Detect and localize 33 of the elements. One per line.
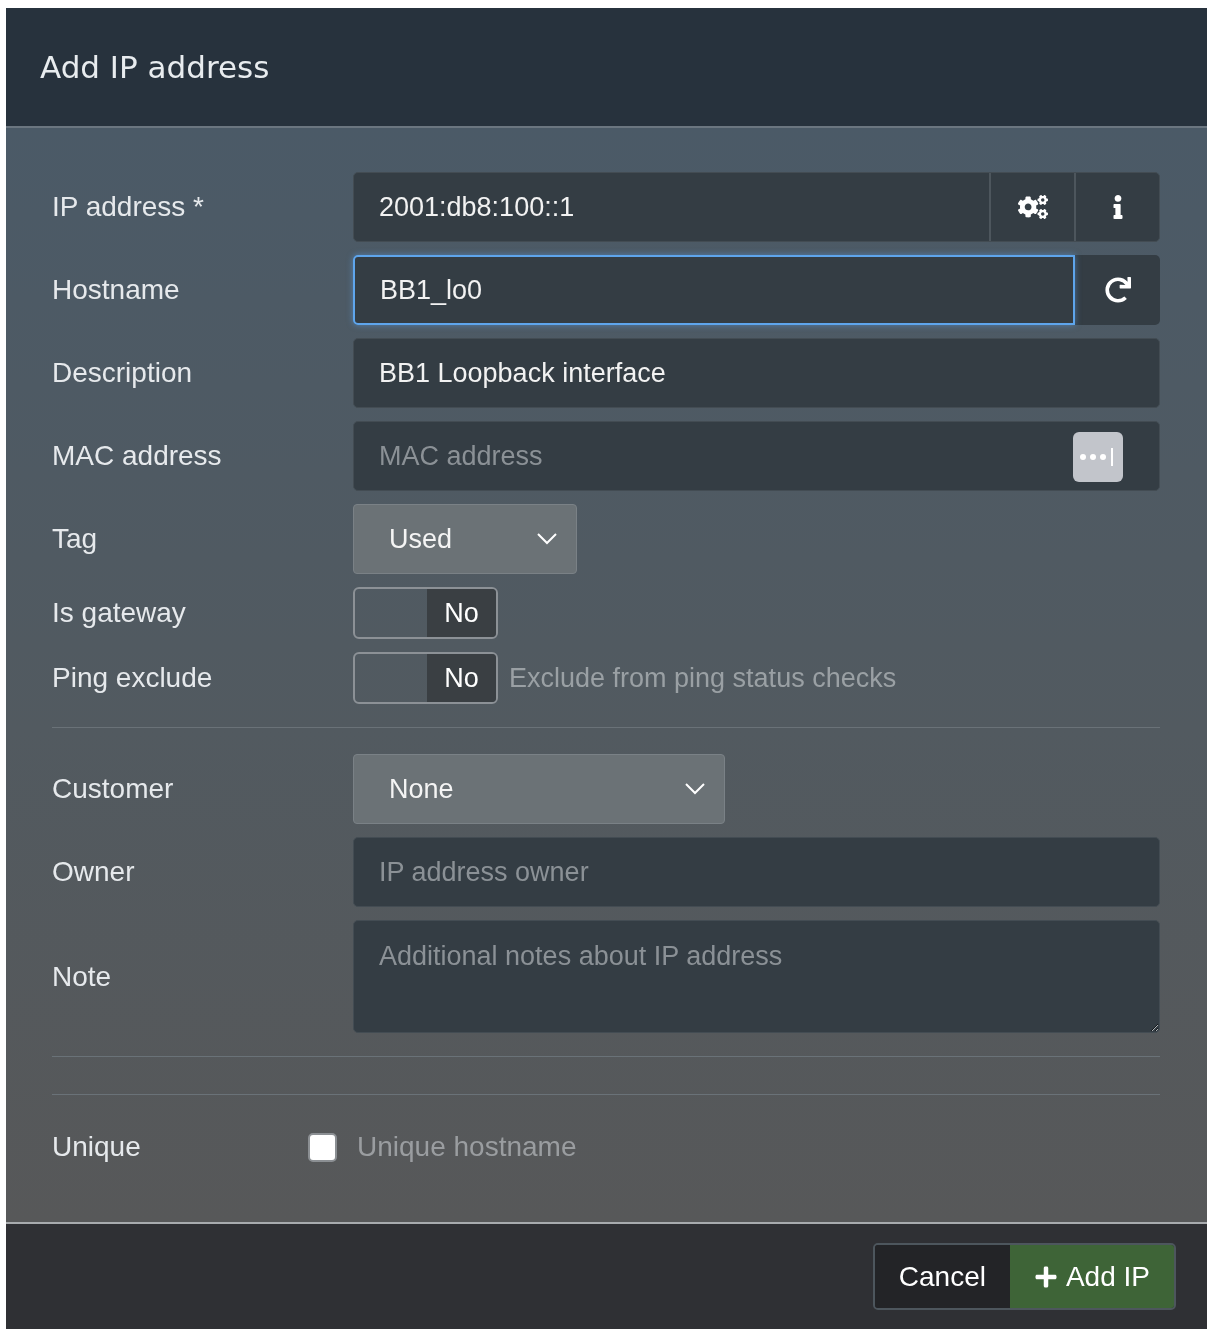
chevron-down-icon — [684, 782, 706, 796]
input-group[interactable]: 2001:db8:100::1 — [353, 172, 1160, 242]
checkbox[interactable] — [308, 1132, 337, 1162]
field-label: IP address * — [52, 191, 206, 223]
field-label: Unique — [52, 1131, 142, 1163]
toggle-switch[interactable]: No — [353, 587, 498, 639]
dropdown[interactable]: None — [353, 754, 725, 824]
plus-icon — [1033, 1264, 1058, 1289]
text-field[interactable]: IP address owner — [353, 837, 1160, 907]
refresh-icon — [1104, 277, 1131, 303]
checkbox-label: Unique hostname — [357, 1131, 577, 1163]
add-button[interactable]: Add IP — [1009, 1245, 1174, 1308]
chevron-down-icon — [536, 532, 558, 546]
field-label: Customer — [52, 773, 175, 805]
field-label: MAC address — [52, 440, 223, 472]
dropdown-value: None — [389, 773, 454, 805]
field-label: Description — [52, 357, 194, 389]
note-field[interactable]: Additional notes about IP address — [353, 920, 1160, 1033]
field-label: Hostname — [52, 274, 181, 306]
dropdown[interactable]: Used — [353, 504, 577, 574]
field-label: Is gateway — [52, 597, 187, 629]
input-field[interactable]: 2001:db8:100::1 — [354, 173, 989, 241]
field-label: Owner — [52, 856, 136, 888]
hint-text: Exclude from ping status checks — [509, 662, 897, 694]
cancel-button[interactable]: Cancel — [874, 1245, 1010, 1308]
field-label: Tag — [52, 523, 99, 555]
field-label: Ping exclude — [52, 662, 214, 694]
gears-icon — [1017, 192, 1048, 222]
text-field[interactable]: BB1 Loopback interface — [353, 338, 1160, 408]
field-label: Note — [52, 960, 113, 993]
dialog-title: Add IP address — [40, 49, 270, 85]
toggle-switch[interactable]: No — [353, 652, 498, 704]
dropdown-value: Used — [389, 523, 453, 555]
